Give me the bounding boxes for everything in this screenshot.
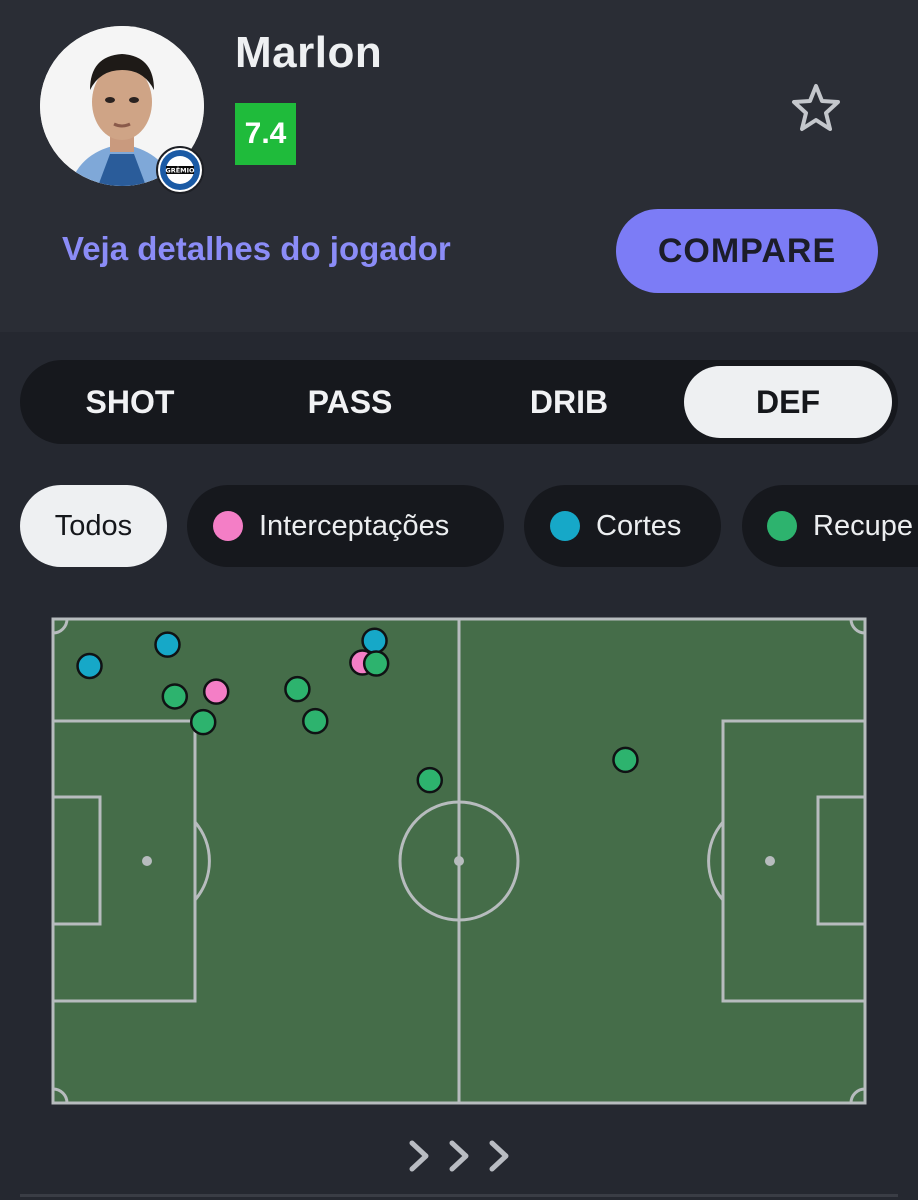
event-marker[interactable] [361,627,388,655]
player-rating-badge: 7.4 [235,103,296,165]
stat-type-tabs: SHOT PASS DRIB DEF [20,360,898,444]
compare-button[interactable]: COMPARE [616,209,878,293]
event-marker[interactable] [154,631,181,658]
event-marker[interactable] [302,707,329,735]
club-badge-text: GRÊMIO [165,166,195,175]
tab-shot[interactable]: SHOT [20,360,240,444]
filter-chip-recuperacoes[interactable]: Recupe [742,485,918,567]
event-marker[interactable] [416,766,444,794]
player-name: Marlon [235,28,383,77]
pitch-heatmap [51,617,867,1105]
filter-chip-cortes[interactable]: Cortes [524,485,721,567]
interception-dot-icon [213,511,243,541]
club-badge: GRÊMIO [156,146,204,194]
chevrons-right-icon[interactable] [404,1135,514,1177]
tab-drib[interactable]: DRIB [460,360,678,444]
center-spot [454,856,464,866]
bottom-divider [20,1194,898,1197]
event-marker[interactable] [189,708,217,736]
filter-chip-label: Interceptações [259,509,450,542]
event-marker[interactable] [202,678,230,705]
tab-def[interactable]: DEF [684,366,892,438]
right-penalty-spot [765,856,775,866]
tab-pass[interactable]: PASS [240,360,460,444]
star-outline-icon[interactable] [788,82,844,134]
club-crest-icon: GRÊMIO [160,150,200,190]
filter-chip-todos[interactable]: Todos [20,485,167,567]
filter-chip-interceptacoes[interactable]: Interceptações [187,485,504,567]
event-marker[interactable] [612,746,639,774]
event-marker[interactable] [76,652,103,680]
player-details-link[interactable]: Veja detalhes do jogador [62,230,451,268]
event-marker[interactable] [284,675,311,703]
filter-chip-label: Recupe [813,509,913,542]
clearance-dot-icon [550,511,580,541]
filter-chip-label: Cortes [596,509,682,542]
player-header: GRÊMIO Marlon 7.4 Veja detalhes do jogad… [0,0,918,332]
football-pitch [51,617,867,1105]
recovery-dot-icon [767,511,797,541]
event-marker[interactable] [161,683,189,710]
event-marker[interactable] [362,650,390,677]
filter-chip-label: Todos [54,509,133,542]
left-penalty-spot [142,856,152,866]
